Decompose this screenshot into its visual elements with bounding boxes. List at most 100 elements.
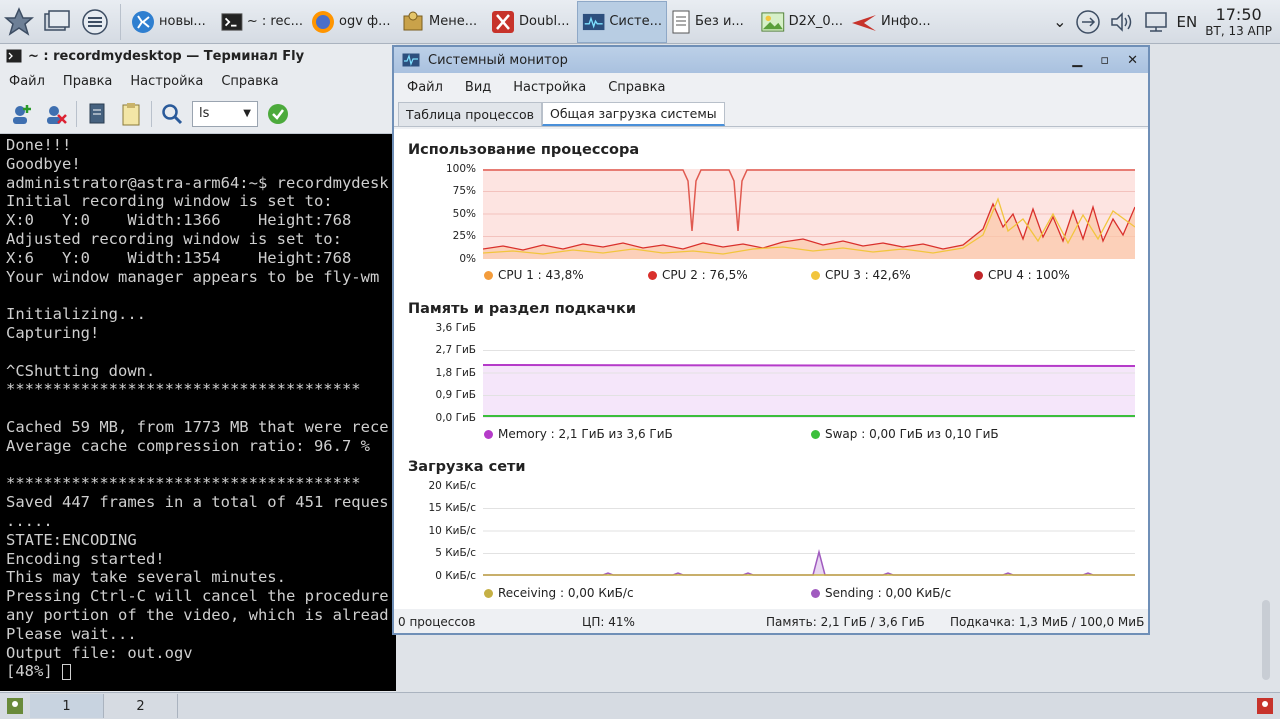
sysmon-tabs: Таблица процессов Общая загрузка системы: [394, 101, 1148, 127]
usb-icon[interactable]: [1075, 9, 1101, 35]
checkmark-icon: [268, 103, 288, 124]
toolbar-separator: [76, 100, 77, 127]
command-combo-value: ls: [199, 106, 210, 121]
menu-help[interactable]: Справка: [221, 74, 278, 89]
maximize-icon[interactable]: ▫: [1100, 53, 1109, 68]
cpu4-swatch: [974, 270, 983, 280]
tray-corner-icon[interactable]: [1250, 697, 1280, 715]
execute-button[interactable]: [264, 100, 292, 128]
close-icon[interactable]: ✕: [1127, 53, 1138, 68]
terminal-line: .....: [6, 511, 53, 530]
tab-system-load[interactable]: Общая загрузка системы: [541, 102, 725, 126]
terminal-line: Adjusted recording window is set to:: [6, 229, 342, 248]
terminal-title: ~ : recordmydesktop — Терминал Fly: [28, 48, 305, 64]
terminal-menubar: Файл Правка Настройка Справка: [0, 68, 396, 94]
cpu-section-title: Использование процессора: [408, 142, 640, 158]
terminal-line: ^CShutting down.: [6, 361, 156, 380]
remove-session-button[interactable]: [42, 100, 70, 128]
paste-button[interactable]: [117, 100, 145, 128]
tab-process-table[interactable]: Таблица процессов: [398, 102, 542, 126]
receiving-swatch: [484, 588, 493, 598]
memory-graph: [483, 328, 1135, 418]
menu-help[interactable]: Справка: [608, 80, 665, 95]
windows-icon: [44, 9, 70, 31]
copy-icon: [89, 103, 105, 123]
kde-icon: [132, 10, 154, 33]
clock-time: 17:50: [1215, 4, 1262, 24]
terminal-line: Average cache compression ratio: 96.7 %: [6, 436, 370, 455]
menu-settings[interactable]: Настройка: [513, 80, 586, 95]
terminal-line: Done!!!: [6, 136, 72, 154]
task-label: ogv ф...: [339, 14, 391, 29]
command-combo[interactable]: ls ▼: [192, 100, 258, 127]
minimize-icon[interactable]: ▁: [1072, 53, 1082, 68]
task-info[interactable]: Инфо...: [847, 1, 937, 43]
task-label: Мене...: [429, 14, 478, 29]
sending-label: Sending : 0,00 КиБ/с: [825, 586, 952, 600]
cpu-graph: [483, 169, 1135, 259]
cpu3-legend: CPU 3 : 42,6%: [811, 268, 911, 282]
task-document[interactable]: Без и...: [667, 1, 757, 43]
terminal-line: STATE:ENCODING: [6, 530, 137, 549]
menu-file[interactable]: Файл: [407, 80, 443, 95]
task-terminal[interactable]: ~ : rec...: [217, 1, 307, 43]
desktop-1-button[interactable]: 1: [30, 694, 104, 718]
add-session-button[interactable]: [8, 100, 36, 128]
terminal-icon: [221, 12, 243, 31]
sysmon-menubar: Файл Вид Настройка Справка: [394, 73, 1148, 101]
terminal-scrollbar[interactable]: [1262, 600, 1270, 680]
menu-view[interactable]: Вид: [465, 80, 491, 95]
menu-settings[interactable]: Настройка: [130, 74, 203, 89]
terminal-line: Output file: out.ogv: [6, 643, 193, 662]
status-cpu: ЦП: 41%: [582, 615, 635, 629]
task-new-window[interactable]: новы...: [127, 1, 217, 43]
task-image-viewer[interactable]: D2X_0...: [757, 1, 847, 43]
package-manager-icon: [403, 11, 423, 30]
memory-legend: Memory : 2,1 ГиБ из 3,6 ГиБ: [484, 427, 673, 441]
cpu-ytick: 0%: [459, 253, 476, 265]
desktop-switch-button[interactable]: [76, 2, 114, 42]
task-system-monitor[interactable]: Систе...: [577, 0, 667, 43]
cpu2-swatch: [648, 270, 657, 280]
network-ytick: 0 КиБ/с: [435, 570, 476, 582]
sysmon-titlebar[interactable]: Системный монитор ▁ ▫ ✕: [394, 47, 1148, 73]
chevron-down-icon[interactable]: ⌄: [1053, 12, 1066, 31]
terminal-line: Please wait...: [6, 624, 137, 643]
clock-date: ВТ, 13 АПР: [1205, 23, 1272, 38]
paste-icon: [122, 102, 140, 125]
volume-icon[interactable]: [1109, 11, 1135, 33]
task-label: Doubl...: [519, 14, 570, 29]
task-firefox[interactable]: ogv ф...: [307, 1, 397, 43]
terminal-output[interactable]: Done!!! Goodbye! administrator@astra-arm64…: [0, 134, 396, 691]
sending-swatch: [811, 588, 820, 598]
network-icon[interactable]: [1143, 10, 1169, 34]
cpu-ytick: 100%: [445, 163, 476, 175]
receiving-label: Receiving : 0,00 КиБ/с: [498, 586, 634, 600]
cpu1-swatch: [484, 270, 493, 280]
system-monitor-window: Системный монитор ▁ ▫ ✕ Файл Вид Настрой…: [392, 45, 1150, 635]
astra-icon: [852, 14, 876, 31]
cpu3-swatch: [811, 270, 820, 280]
menu-file[interactable]: Файл: [9, 74, 45, 89]
copy-button[interactable]: [83, 100, 111, 128]
terminal-line: Pressing Ctrl-C will cancel the procedur…: [6, 587, 389, 606]
start-menu-button[interactable]: [0, 2, 38, 42]
show-windows-button[interactable]: [38, 2, 76, 42]
keyboard-layout[interactable]: EN: [1177, 13, 1198, 31]
find-button[interactable]: [158, 100, 186, 128]
desktop-2-button[interactable]: 2: [104, 694, 178, 718]
network-ytick: 10 КиБ/с: [428, 525, 477, 537]
sysmon-statusbar: 0 процессов ЦП: 41% Память: 2,1 ГиБ / 3,…: [394, 611, 1148, 633]
menu-edit[interactable]: Правка: [63, 74, 112, 89]
terminal-titlebar[interactable]: ~ : recordmydesktop — Терминал Fly: [0, 44, 396, 68]
terminal-line: Your window manager appears to be fly-wm: [6, 267, 380, 286]
status-memory: Память: 2,1 ГиБ / 3,6 ГиБ: [766, 615, 925, 629]
user-icon[interactable]: [0, 697, 30, 715]
task-doublecmd[interactable]: Doubl...: [487, 1, 577, 43]
clock[interactable]: 17:50 ВТ, 13 АПР: [1205, 4, 1272, 38]
cpu2-legend: CPU 2 : 76,5%: [648, 268, 748, 282]
memory-section-title: Память и раздел подкачки: [408, 301, 636, 317]
desktop-icon: [82, 8, 108, 35]
task-package-manager[interactable]: Мене...: [397, 1, 487, 43]
status-swap: Подкачка: 1,3 МиБ / 100,0 МиБ: [950, 615, 1145, 629]
